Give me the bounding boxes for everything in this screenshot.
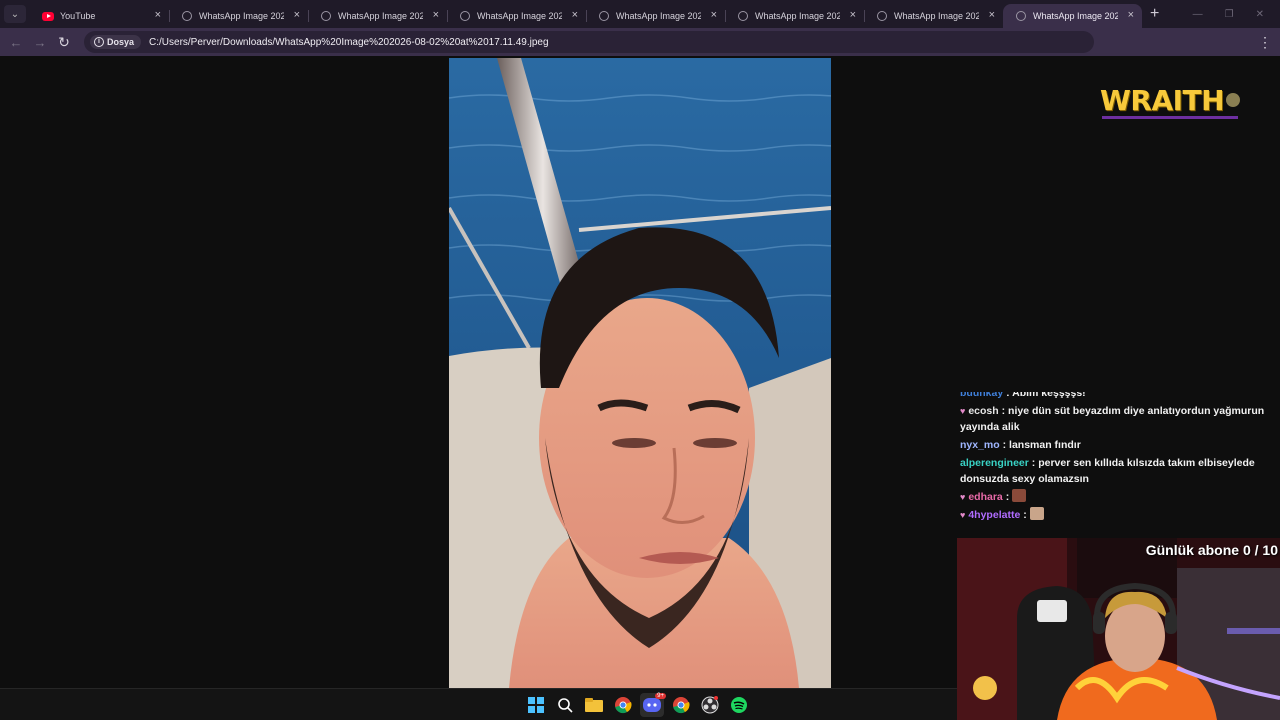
browser-tab[interactable]: WhatsApp Image 2026-0 × [586,4,725,28]
info-icon: i [94,37,104,47]
browser-tab[interactable]: WhatsApp Image 2026-0 × [308,4,447,28]
close-tab-icon[interactable]: × [989,9,995,21]
chat-separator: : [1002,491,1013,503]
tab-title: WhatsApp Image 2026-0 [894,11,979,21]
tab-title: WhatsApp Image 2026-0 [199,11,284,21]
subscriber-goal-text: Günlük abone 0 / 10 [1145,542,1278,558]
arrow-left-icon: ← [9,34,23,50]
globe-icon [598,10,610,22]
reload-icon: ↻ [58,33,70,50]
windows-taskbar: 9+ [0,688,957,720]
search-icon[interactable] [553,693,577,717]
chat-message: nyx_mo : lansman fındır [958,436,1274,454]
heart-badge-icon: ♥ [960,492,966,502]
close-tab-icon[interactable]: × [155,9,161,21]
browser-tab[interactable]: WhatsApp Image 2026-0 × [447,4,586,28]
new-tab-button[interactable]: + [1150,5,1159,23]
chat-username: edhara [968,491,1003,503]
chat-separator: : [1028,457,1039,469]
file-explorer-icon[interactable] [582,693,606,717]
chrome-icon[interactable] [669,693,693,717]
back-button[interactable]: ← [4,30,28,54]
tab-title: WhatsApp Image 2026-0 [477,11,562,21]
tab-title: WhatsApp Image 2026-0 [616,11,701,21]
chrome-icon[interactable] [611,693,635,717]
close-tab-icon[interactable]: × [294,9,300,21]
heart-badge-icon: ♥ [960,406,966,416]
chevron-down-icon: ⌄ [10,8,20,20]
chat-message: ♥ ecosh : niye dün süt beyazdım diye anla… [958,402,1274,436]
close-tab-icon[interactable]: × [572,9,578,21]
logo-underline [1102,116,1238,119]
minimize-icon[interactable]: — [1193,9,1203,20]
chat-text: lansman fındır [1009,439,1081,451]
reload-button[interactable]: ↻ [52,30,76,54]
chat-username: 4hypelatte [968,509,1021,521]
window-controls: — ❐ ✕ [1193,9,1280,20]
browser-toolbar: ← → ↻ i Dosya C:/Users/Perver/Downloads/… [0,28,1280,56]
globe-icon [737,10,749,22]
tab-title: WhatsApp Image 2026-0 [338,11,423,21]
address-bar[interactable]: i Dosya C:/Users/Perver/Downloads/WhatsA… [84,31,1094,53]
browser-tab[interactable]: WhatsApp Image 2026-0 × [725,4,864,28]
photo-illustration [449,58,831,688]
chat-message: alperengineer : perver sen kıllıda kılsı… [958,454,1274,488]
chat-emote [1012,489,1027,502]
close-tab-icon[interactable]: × [850,9,856,21]
close-tab-icon[interactable]: × [433,9,439,21]
tab-strip: ⌄ YouTube×WhatsApp Image 2026-0×WhatsApp… [0,0,1280,28]
site-info-label: Dosya [107,37,135,47]
chat-separator: : [998,405,1009,417]
chat-message: ♥ edhara : [958,488,1274,506]
tab-title: WhatsApp Image 2026-0 [755,11,840,21]
browser-tab[interactable]: WhatsApp Image 2026-0 × [1003,4,1142,28]
obs-icon[interactable] [698,693,722,717]
arrow-right-icon: → [33,34,47,50]
spotify-icon[interactable] [727,693,751,717]
browser-tab[interactable]: YouTube × [30,4,169,28]
close-window-icon[interactable]: ✕ [1256,9,1264,20]
chat-emote [1029,507,1044,520]
tab-title: WhatsApp Image 2026-0 [1033,11,1118,21]
more-vertical-icon: ⋮ [1258,34,1272,50]
logo-text: WRAITH [1100,83,1225,117]
browser-menu-button[interactable]: ⋮ [1258,34,1272,51]
forward-button[interactable]: → [28,30,52,54]
chat-username: nyx_mo [960,439,1000,451]
chat-message: buunkay : Abim keşşşşs! [958,392,1274,402]
chat-separator: : [999,439,1010,451]
webcam-overlay [957,538,1280,720]
selfie-photo[interactable] [449,58,831,688]
browser-tab[interactable]: WhatsApp Image 2026-0 × [864,4,1003,28]
globe-icon [320,10,332,22]
tab-search-button[interactable]: ⌄ [4,5,26,23]
discord-icon[interactable]: 9+ [640,693,666,717]
webcam-illustration [957,538,1280,720]
logo-emblem-icon [1226,93,1241,107]
chat-text: Abim keşşşşs! [1012,392,1086,399]
chat-separator: : [1003,392,1013,399]
url-text[interactable]: C:/Users/Perver/Downloads/WhatsApp%20Ima… [149,37,549,48]
tab-title: YouTube [60,11,96,21]
windows-start-icon[interactable] [524,693,548,717]
chat-username: buunkay [960,392,1004,399]
globe-icon [876,10,888,22]
globe-icon [459,10,471,22]
close-tab-icon[interactable]: × [1128,9,1134,21]
heart-badge-icon: ♥ [960,510,966,520]
youtube-icon [42,10,54,22]
browser-tab[interactable]: WhatsApp Image 2026-0 × [169,4,308,28]
chat-message: ♥ 4hypelatte : [958,506,1274,524]
site-info-chip[interactable]: i Dosya [90,35,142,49]
globe-icon [181,10,193,22]
close-tab-icon[interactable]: × [711,9,717,21]
notification-badge: 9+ [655,693,666,699]
stream-logo: WRAITH [1100,82,1241,119]
chat-overlay: buunkay : Abim keşşşşs! ♥ ecosh : niye dün… [958,392,1274,538]
chat-username: ecosh [968,405,999,417]
chat-username: alperengineer [960,457,1029,469]
maximize-icon[interactable]: ❐ [1225,9,1234,20]
chat-separator: : [1020,509,1030,521]
globe-icon [1015,10,1027,22]
